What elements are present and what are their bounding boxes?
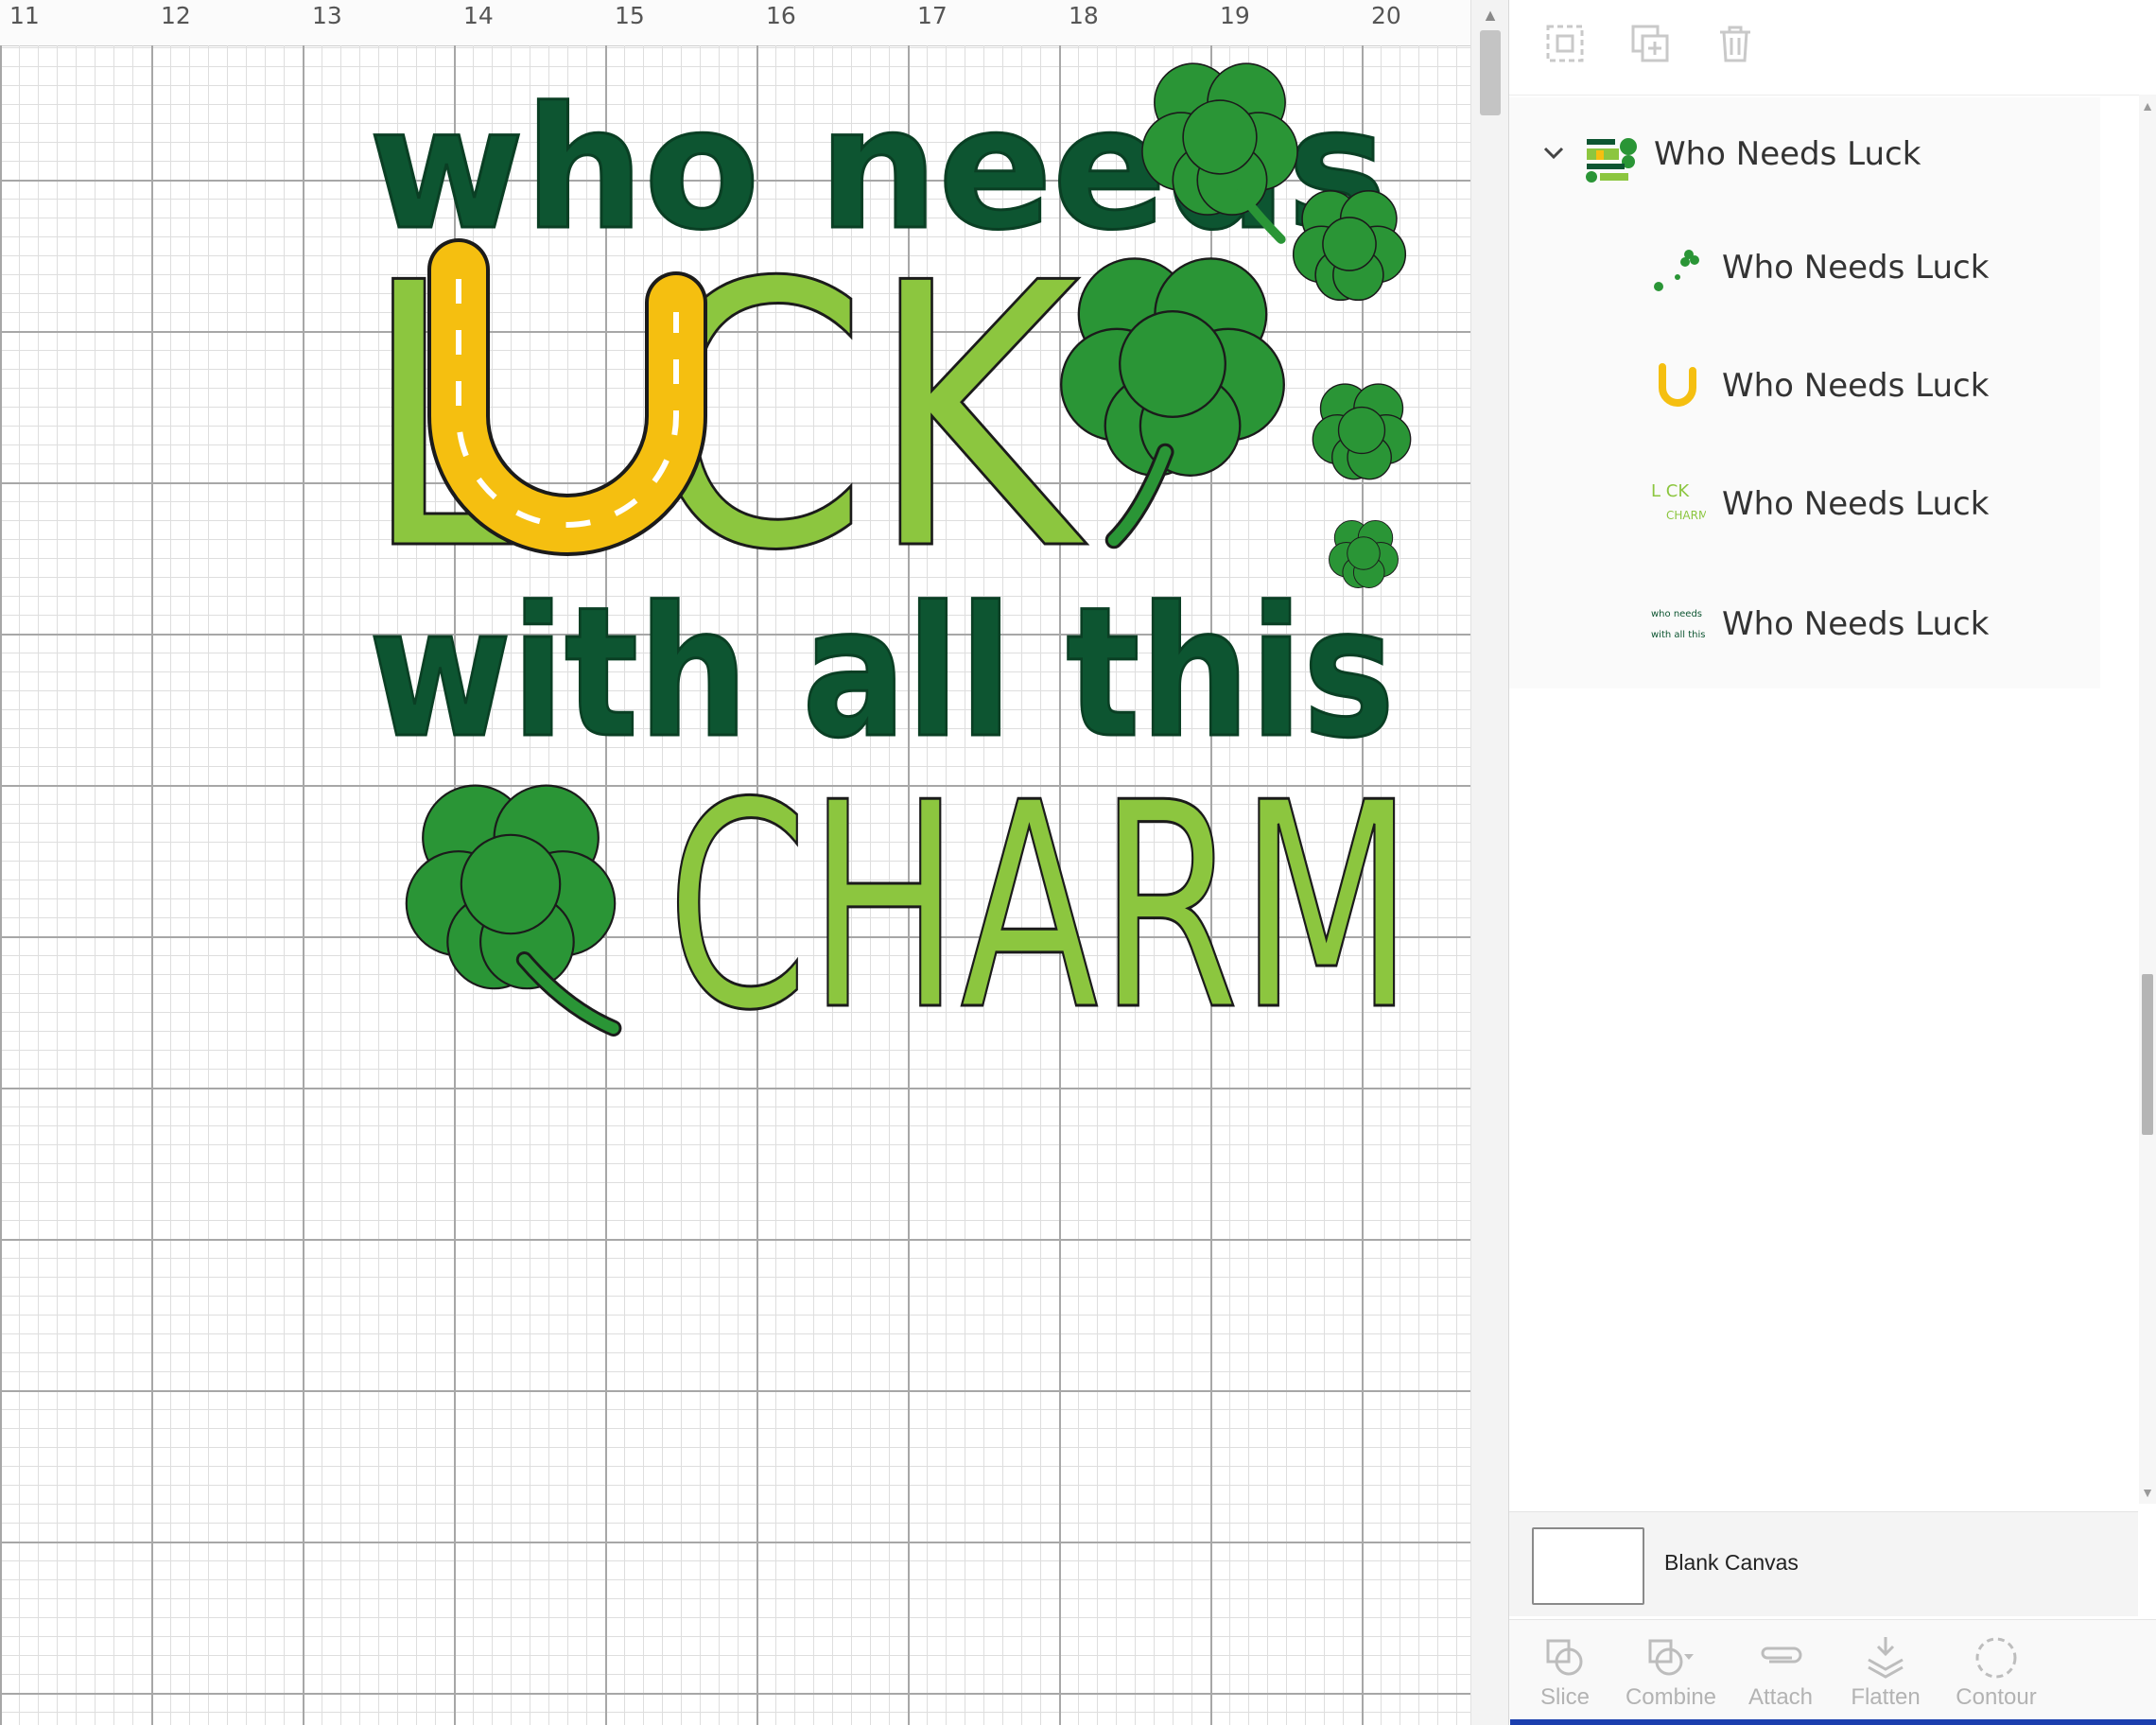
ruler-label: 19 bbox=[1220, 2, 1250, 29]
flatten-label: Flatten bbox=[1851, 1684, 1921, 1710]
ruler-label: 12 bbox=[161, 2, 191, 29]
slice-label: Slice bbox=[1539, 1684, 1591, 1710]
contour-button[interactable]: Contour bbox=[1944, 1624, 2048, 1718]
layers-scrollbar[interactable]: ▲ ▼ bbox=[2139, 95, 2156, 1504]
slice-icon bbox=[1546, 1639, 1583, 1676]
ruler-label: 14 bbox=[463, 2, 494, 29]
attach-icon bbox=[1761, 1647, 1802, 1664]
design-canvas[interactable]: 11 12 13 14 15 16 17 18 19 20 who needs … bbox=[0, 0, 1470, 1725]
bottom-toolbar: Slice Combine Attach Flatten Contour bbox=[1509, 1619, 2156, 1722]
chevron-down-icon[interactable] bbox=[1539, 139, 1568, 167]
layer-row[interactable]: Who Needs Luck bbox=[1509, 329, 2100, 443]
layer-name: Who Needs Luck bbox=[1722, 485, 1990, 523]
attach-button[interactable]: Attach bbox=[1729, 1624, 1833, 1718]
combine-button[interactable]: Combine bbox=[1619, 1624, 1723, 1718]
thumb-text: CHARM bbox=[1666, 509, 1706, 522]
delete-icon[interactable] bbox=[1713, 21, 1758, 66]
thumb-text: who needs bbox=[1651, 609, 1702, 619]
light-green-text-thumbnail: L CK CHARM bbox=[1649, 474, 1708, 531]
layer-row[interactable]: L CK CHARM Who Needs Luck bbox=[1509, 447, 2100, 561]
shamrock-small-icon bbox=[1292, 190, 1407, 302]
dark-green-text-thumbnail: who needs with all this bbox=[1649, 596, 1706, 653]
horizontal-ruler: 11 12 13 14 15 16 17 18 19 20 bbox=[0, 0, 1470, 46]
flatten-button[interactable]: Flatten bbox=[1834, 1624, 1938, 1718]
ruler-label: 13 bbox=[312, 2, 342, 29]
layers-toolbar bbox=[1509, 0, 2156, 96]
layer-name: Who Needs Luck bbox=[1722, 249, 1990, 287]
scroll-up-arrow-icon[interactable]: ▲ bbox=[2139, 95, 2156, 117]
shamrock-bottom-icon bbox=[405, 784, 622, 1037]
contour-icon bbox=[1975, 1637, 2017, 1679]
layers-panel: Who Needs Luck Who Needs Luck Who Needs … bbox=[1508, 0, 2156, 1725]
shamrock-large-icon bbox=[1060, 257, 1285, 549]
layer-name: Who Needs Luck bbox=[1722, 367, 1990, 405]
ruler-label: 20 bbox=[1371, 2, 1401, 29]
scroll-down-arrow-icon[interactable]: ▼ bbox=[2139, 1481, 2156, 1504]
shamrock-small-icon bbox=[1312, 383, 1412, 480]
layer-thumbnail bbox=[1583, 130, 1640, 186]
layer-group-row[interactable]: Who Needs Luck bbox=[1509, 97, 2100, 211]
layer-name: Who Needs Luck bbox=[1722, 605, 1990, 643]
bottom-accent-bar bbox=[1510, 1719, 2156, 1725]
shamrock-icon bbox=[1649, 243, 1706, 300]
layer-row[interactable]: Who Needs Luck bbox=[1509, 211, 2100, 324]
ruler-label: 11 bbox=[9, 2, 40, 29]
who-needs-luck-design[interactable]: who needs L CK with all this CHARM bbox=[360, 52, 1428, 1074]
combine-label: Combine bbox=[1625, 1684, 1717, 1710]
blank-canvas-label: Blank Canvas bbox=[1664, 1550, 1799, 1575]
layers-list: Who Needs Luck Who Needs Luck Who Needs … bbox=[1509, 97, 2100, 688]
flatten-icon bbox=[1868, 1637, 1904, 1679]
layer-name: Who Needs Luck bbox=[1654, 135, 1921, 173]
layer-row[interactable]: who needs with all this Who Needs Luck bbox=[1509, 567, 2100, 681]
design-text-charm: CHARM bbox=[667, 742, 1414, 1072]
thumb-text: with all this bbox=[1651, 630, 1706, 640]
ruler-label: 16 bbox=[766, 2, 796, 29]
canvas-vertical-scrollbar[interactable]: ▲ bbox=[1470, 0, 1509, 1725]
blank-canvas-row[interactable]: Blank Canvas bbox=[1509, 1511, 2138, 1616]
duplicate-icon[interactable] bbox=[1627, 21, 1673, 66]
attach-label: Attach bbox=[1747, 1684, 1814, 1710]
group-icon[interactable] bbox=[1542, 21, 1588, 66]
slice-button[interactable]: Slice bbox=[1513, 1624, 1617, 1718]
canvas-scroll-thumb[interactable] bbox=[1480, 30, 1501, 115]
thumb-text: L CK bbox=[1651, 481, 1690, 501]
ruler-label: 17 bbox=[917, 2, 948, 29]
horseshoe-icon bbox=[1649, 359, 1706, 416]
canvas-color-swatch[interactable] bbox=[1532, 1527, 1644, 1605]
ruler-label: 18 bbox=[1069, 2, 1099, 29]
scroll-up-arrow-icon[interactable]: ▲ bbox=[1471, 0, 1509, 30]
ruler-label: 15 bbox=[615, 2, 645, 29]
contour-label: Contour bbox=[1956, 1684, 2037, 1710]
combine-icon bbox=[1648, 1639, 1694, 1676]
layers-scroll-thumb[interactable] bbox=[2142, 974, 2153, 1135]
